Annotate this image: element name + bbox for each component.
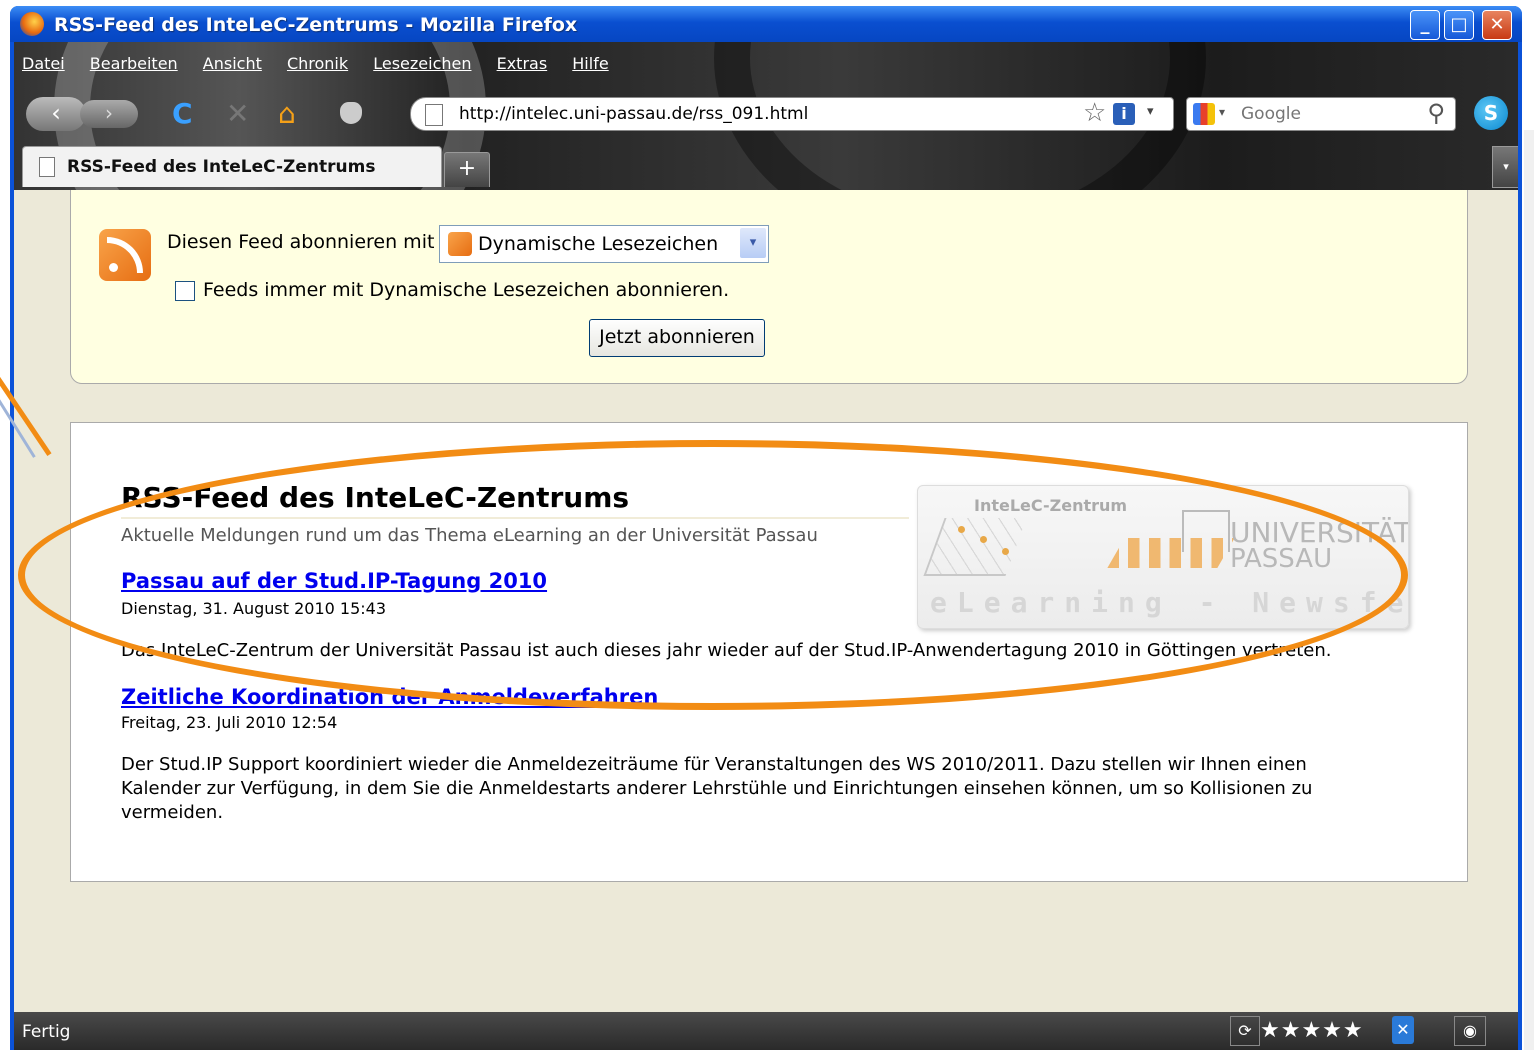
- menu-hilfe[interactable]: Hilfe: [572, 54, 608, 73]
- page-content: Diesen Feed abonnieren mit Dynamische Le…: [14, 190, 1518, 1012]
- menu-ansicht[interactable]: Ansicht: [203, 54, 262, 73]
- title-bar: RSS-Feed des InteLeC-Zentrums - Mozilla …: [10, 6, 1522, 42]
- new-tab-button[interactable]: +: [444, 152, 490, 187]
- menu-extras[interactable]: Extras: [497, 54, 548, 73]
- feed-item-body: Das InteLeC-Zentrum der Universität Pass…: [121, 640, 1332, 661]
- logo-dot: [980, 536, 987, 543]
- search-input[interactable]: [1239, 102, 1403, 126]
- url-dropdown-icon[interactable]: ▾: [1147, 104, 1154, 119]
- feed-container: RSS-Feed des InteLeC-Zentrums Aktuelle M…: [70, 422, 1468, 882]
- reader-selected-value: Dynamische Lesezeichen: [478, 233, 719, 255]
- url-input[interactable]: [457, 102, 1061, 126]
- maximize-button[interactable]: □: [1444, 10, 1474, 40]
- tab-active[interactable]: RSS-Feed des InteLeC-Zentrums: [22, 146, 442, 187]
- always-subscribe-label[interactable]: Feeds immer mit Dynamische Lesezeichen a…: [203, 279, 729, 301]
- xmarks-icon[interactable]: ✕: [1392, 1016, 1414, 1044]
- firefox-status-icon[interactable]: ◉: [1454, 1016, 1486, 1046]
- subscribe-now-button[interactable]: Jetzt abonnieren: [589, 319, 765, 357]
- menu-lesezeichen[interactable]: Lesezeichen: [373, 54, 471, 73]
- feed-title: RSS-Feed des InteLeC-Zentrums: [121, 481, 630, 514]
- google-engine-icon[interactable]: [1193, 103, 1215, 125]
- extension-icon[interactable]: [340, 102, 362, 124]
- browser-window: RSS-Feed des InteLeC-Zentrums - Mozilla …: [10, 6, 1522, 1050]
- rss-small-icon: [448, 232, 472, 256]
- firefox-logo-icon: [20, 12, 44, 36]
- forward-button[interactable]: ›: [80, 100, 138, 128]
- status-bar: Fertig ⟳ ★★★★★ ✕ ◉: [14, 1012, 1518, 1050]
- feed-item-date: Freitag, 23. Juli 2010 12:54: [121, 713, 338, 732]
- rating-stars[interactable]: ★★★★★: [1260, 1018, 1364, 1043]
- network-graphic: [923, 518, 1027, 576]
- home-icon[interactable]: ⌂: [278, 98, 296, 130]
- engine-dropdown-icon[interactable]: ▾: [1219, 105, 1225, 119]
- subscribe-label: Diesen Feed abonnieren mit: [167, 231, 435, 253]
- reader-select[interactable]: Dynamische Lesezeichen ▾: [439, 225, 769, 263]
- menu-bar: Datei Bearbeiten Ansicht Chronik Lesezei…: [22, 54, 629, 73]
- bookmark-star-icon[interactable]: ☆: [1083, 98, 1106, 128]
- subscribe-box: Diesen Feed abonnieren mit Dynamische Le…: [70, 190, 1468, 384]
- menu-datei[interactable]: Datei: [22, 54, 65, 73]
- page-icon: [39, 157, 55, 177]
- title-divider: [121, 517, 909, 519]
- university-gate-icon: [1182, 510, 1230, 552]
- logo-dot: [958, 526, 965, 533]
- logo-dot: [1002, 548, 1009, 555]
- skype-icon[interactable]: S: [1474, 96, 1508, 130]
- background-edge: [1524, 130, 1534, 1050]
- logo-intelec-text: InteLeC-Zentrum: [974, 496, 1128, 515]
- intelec-logo: InteLeC-Zentrum UNIVERSITÄT PASSAU eLear…: [917, 485, 1409, 629]
- info-icon[interactable]: i: [1113, 103, 1135, 125]
- sync-icon[interactable]: ⟳: [1230, 1016, 1260, 1046]
- back-button[interactable]: ‹: [26, 97, 86, 131]
- stop-icon[interactable]: ✕: [226, 98, 249, 130]
- tab-list-button[interactable]: ▾: [1492, 146, 1518, 188]
- page-icon: [425, 104, 443, 126]
- search-bar[interactable]: ▾ ⚲: [1186, 97, 1456, 131]
- url-bar[interactable]: ☆ i ▾: [410, 97, 1174, 131]
- window-title: RSS-Feed des InteLeC-Zentrums - Mozilla …: [54, 14, 578, 36]
- tab-label: RSS-Feed des InteLeC-Zentrums: [67, 157, 376, 177]
- rss-feed-icon: [99, 229, 151, 281]
- always-subscribe-checkbox[interactable]: [175, 281, 195, 301]
- navigation-toolbar: ‹ › C ✕ ⌂ ☆ i ▾ ▾ ⚲ S: [14, 92, 1518, 136]
- reload-icon[interactable]: C: [172, 98, 193, 130]
- logo-newsfeed-text: eLearning - Newsfeed: [930, 586, 1409, 619]
- close-button[interactable]: ✕: [1482, 10, 1512, 40]
- browser-chrome: Datei Bearbeiten Ansicht Chronik Lesezei…: [14, 42, 1518, 190]
- search-icon[interactable]: ⚲: [1427, 99, 1445, 127]
- minimize-button[interactable]: _: [1410, 10, 1440, 40]
- logo-passau-text: PASSAU: [1230, 544, 1333, 574]
- chevron-down-icon[interactable]: ▾: [740, 228, 766, 258]
- feed-item-body: Der Stud.IP Support koordiniert wieder d…: [121, 754, 1313, 823]
- status-text: Fertig: [22, 1022, 71, 1042]
- feed-subtitle: Aktuelle Meldungen rund um das Thema eLe…: [121, 525, 818, 546]
- menu-chronik[interactable]: Chronik: [287, 54, 348, 73]
- feed-item-title[interactable]: Passau auf der Stud.IP-Tagung 2010: [121, 569, 547, 593]
- feed-item-title[interactable]: Zeitliche Koordination der Anmeldeverfah…: [121, 685, 658, 709]
- feed-item-date: Dienstag, 31. August 2010 15:43: [121, 599, 387, 618]
- menu-bearbeiten[interactable]: Bearbeiten: [90, 54, 178, 73]
